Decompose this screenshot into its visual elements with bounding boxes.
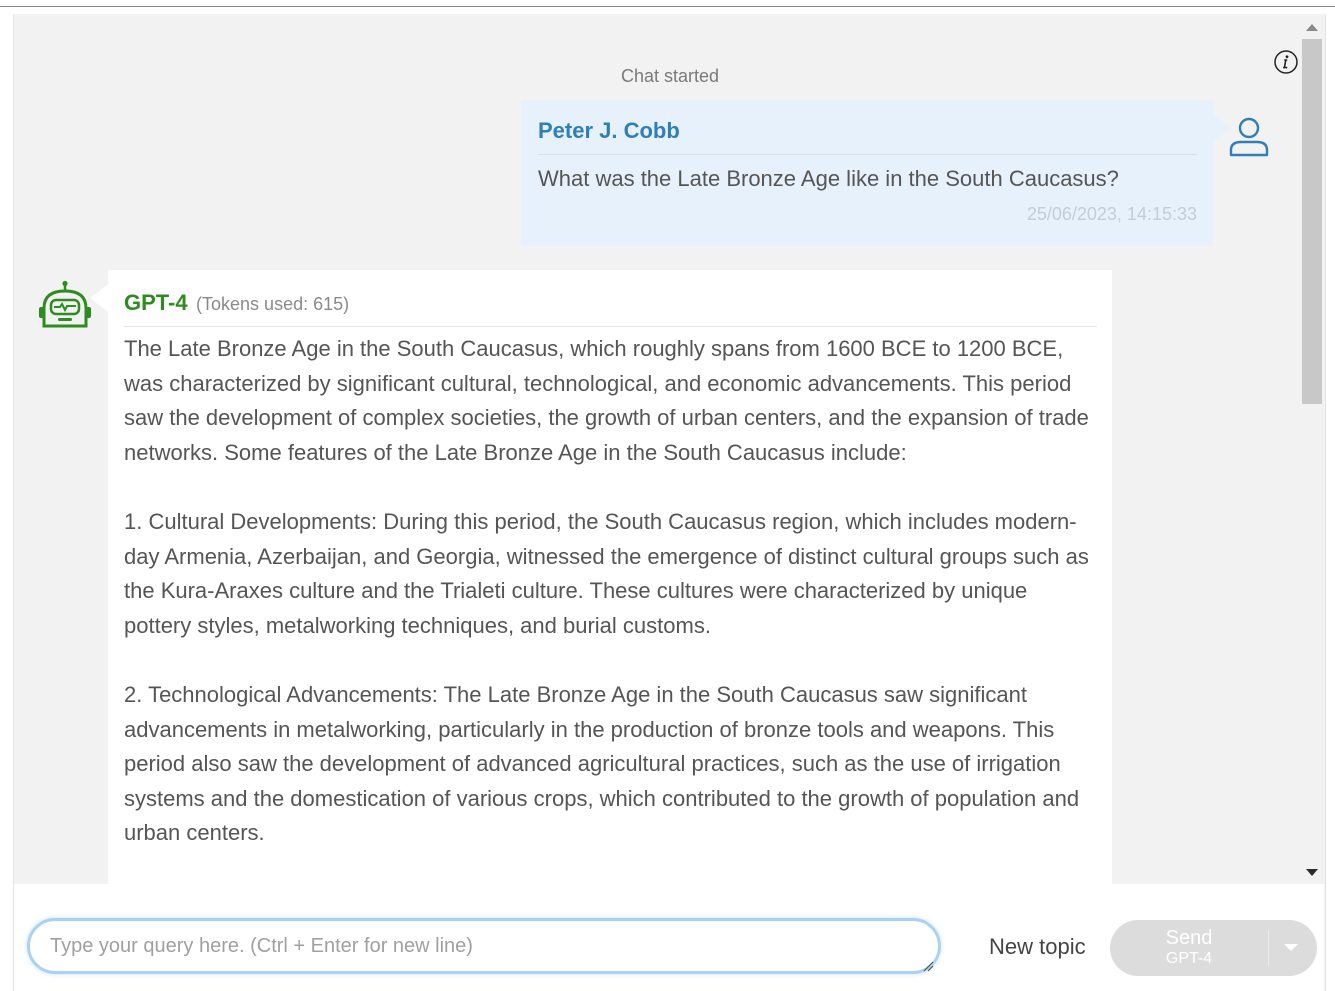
send-model-label: GPT-4 [1165,950,1213,967]
user-avatar-icon [1229,117,1269,157]
assistant-paragraph: The Late Bronze Age in the South Caucasu… [124,336,1089,465]
robot-icon [39,280,91,328]
assistant-paragraph: 2. Technological Advancements: The Late … [124,681,1080,846]
token-count: (Tokens used: 615) [196,294,350,314]
send-divider [1268,930,1269,966]
chat-transcript[interactable]: Chat started Peter J. Cobb What was the … [14,14,1298,884]
scroll-down-icon[interactable] [1306,869,1318,876]
send-main-button[interactable]: Send GPT-4 [1110,920,1268,976]
chat-started-label: Chat started [620,66,720,86]
window-top-border [0,0,1335,7]
user-message: Peter J. Cobb What was the Late Bronze A… [521,100,1231,246]
user-message-text: What was the Late Bronze Age like in the… [538,166,1119,191]
new-topic-button[interactable]: New topic [989,934,1086,960]
send-label: Send [1165,927,1213,949]
assistant-message: GPT-4 (Tokens used: 615) The Late Bronze… [90,270,1112,884]
assistant-header: GPT-4 (Tokens used: 615) [124,290,1097,327]
assistant-paragraph: 1. Cultural Developments: During this pe… [124,508,1089,638]
scroll-thumb[interactable] [1302,39,1322,404]
message-timestamp: 25/06/2023, 14:15:33 [1026,204,1197,224]
chat-scrollbar[interactable] [1300,14,1324,884]
query-input[interactable] [27,918,941,974]
resize-grip-icon[interactable] [922,960,934,972]
composer-bar: New topic Send GPT-4 [14,884,1324,991]
assistant-message-body: The Late Bronze Age in the South Caucasu… [124,332,1097,851]
assistant-model-name: GPT-4 [124,290,188,315]
send-button[interactable]: Send GPT-4 [1110,920,1317,976]
caret-down-icon[interactable] [1284,944,1298,951]
scroll-up-icon[interactable] [1306,24,1318,31]
user-name: Peter J. Cobb [538,118,1197,155]
